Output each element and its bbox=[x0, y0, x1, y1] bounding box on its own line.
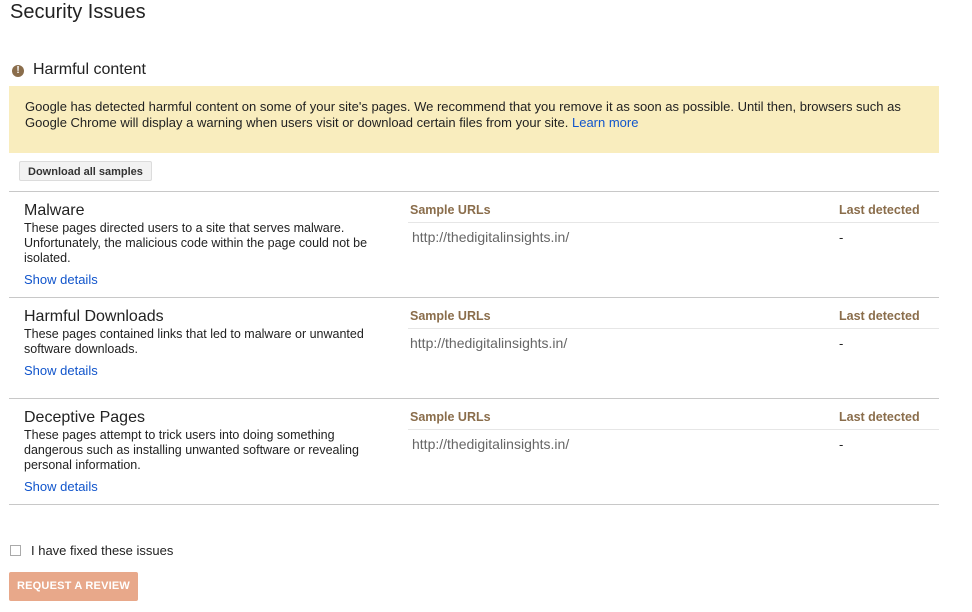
issue-row-malware: Malware These pages directed users to a … bbox=[9, 192, 939, 298]
show-details-link[interactable]: Show details bbox=[24, 479, 98, 494]
alert-circle-icon: ! bbox=[12, 64, 24, 77]
last-detected-value: - bbox=[839, 437, 844, 452]
sample-urls-header: Sample URLs bbox=[410, 410, 491, 424]
show-details-link[interactable]: Show details bbox=[24, 272, 98, 287]
issue-title: Malware bbox=[24, 202, 85, 219]
last-detected-header: Last detected bbox=[839, 309, 920, 323]
warning-banner: Google has detected harmful content on s… bbox=[9, 86, 939, 153]
sample-url[interactable]: http://thedigitalinsights.in/ bbox=[412, 229, 569, 245]
issue-description: These pages contained links that led to … bbox=[24, 327, 364, 356]
fixed-issues-checkbox[interactable] bbox=[10, 545, 21, 556]
page-title: Security Issues bbox=[10, 1, 146, 23]
column-divider bbox=[408, 222, 939, 223]
last-detected-value: - bbox=[839, 336, 844, 351]
issue-row-deceptive-pages: Deceptive Pages These pages attempt to t… bbox=[9, 399, 939, 505]
section-header: ! Harmful content bbox=[12, 61, 146, 79]
learn-more-link[interactable]: Learn more bbox=[572, 115, 638, 130]
issue-description: These pages directed users to a site tha… bbox=[24, 221, 368, 265]
download-all-samples-button[interactable]: Download all samples bbox=[19, 161, 152, 181]
last-detected-value: - bbox=[839, 230, 844, 245]
show-details-link[interactable]: Show details bbox=[24, 363, 98, 378]
section-title: Harmful content bbox=[33, 61, 146, 78]
fixed-issues-row: I have fixed these issues bbox=[10, 543, 173, 558]
fixed-issues-label: I have fixed these issues bbox=[31, 543, 174, 558]
warning-text: Google has detected harmful content on s… bbox=[25, 99, 901, 130]
issue-title: Deceptive Pages bbox=[24, 409, 145, 426]
issue-title: Harmful Downloads bbox=[24, 308, 164, 325]
sample-urls-header: Sample URLs bbox=[410, 309, 491, 323]
column-divider bbox=[408, 328, 939, 329]
issue-description: These pages attempt to trick users into … bbox=[24, 428, 359, 472]
sample-url[interactable]: http://thedigitalinsights.in/ bbox=[412, 436, 569, 452]
issues-table: Malware These pages directed users to a … bbox=[9, 191, 939, 505]
last-detected-header: Last detected bbox=[839, 410, 920, 424]
last-detected-header: Last detected bbox=[839, 203, 920, 217]
issue-row-harmful-downloads: Harmful Downloads These pages contained … bbox=[9, 298, 939, 399]
sample-url[interactable]: http://thedigitalinsights.in/ bbox=[410, 335, 567, 351]
column-divider bbox=[408, 429, 939, 430]
request-review-button[interactable]: REQUEST A REVIEW bbox=[9, 572, 138, 601]
sample-urls-header: Sample URLs bbox=[410, 203, 491, 217]
